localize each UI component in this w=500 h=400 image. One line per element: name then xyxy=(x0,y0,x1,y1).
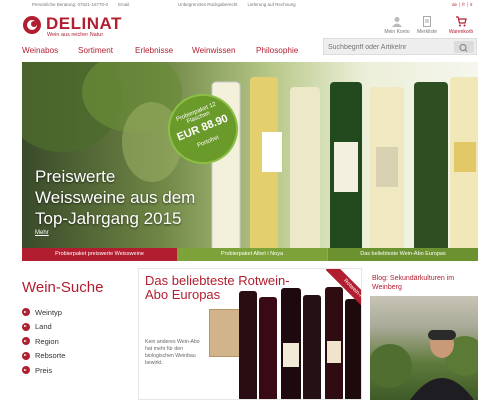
logo-name: DELINAT xyxy=(46,14,122,33)
hero-more-link[interactable]: Mehr xyxy=(35,230,49,236)
wine-search-label: Rebsorte xyxy=(35,351,66,361)
return-policy-text: Unbegrenztes Rückgaberecht xyxy=(178,2,238,7)
arrow-bullet-icon xyxy=(22,351,30,360)
blog-title: Blog: Sekundärkulturen im Weinberg xyxy=(372,275,455,291)
blog-photo xyxy=(370,330,478,400)
lang-it[interactable]: it xyxy=(470,2,472,7)
hero-tabs: Probierpaket preiswerte Weissweine Probi… xyxy=(22,248,478,261)
wine-search-rebsorte[interactable]: Rebsorte xyxy=(22,349,65,364)
wine-search-weintyp[interactable]: Weintyp xyxy=(22,305,65,320)
hero-title-line: Preiswerte xyxy=(35,167,116,186)
red-wine-bottles-image xyxy=(239,287,361,399)
top-bar: Persönliche Beratung: 07621-16770-0 Emai… xyxy=(32,2,473,7)
wine-search-title: Wein-Suche xyxy=(22,279,104,296)
wine-search-land[interactable]: Land xyxy=(22,320,65,335)
cart-icon xyxy=(456,16,467,27)
notepad-icon xyxy=(423,16,431,27)
hero-title: Preiswerte Weissweine aus dem Top-Jahrga… xyxy=(35,166,195,229)
wine-bottles-image xyxy=(211,77,478,248)
search-icon xyxy=(459,43,468,52)
arrow-bullet-icon xyxy=(22,322,30,331)
lang-fr[interactable]: fr xyxy=(462,2,465,7)
arrow-bullet-icon xyxy=(22,308,30,317)
blog-teaser[interactable]: Blog: Sekundärkulturen im Weinberg xyxy=(370,268,478,400)
notepad-button[interactable]: Merkliste xyxy=(410,16,444,35)
wine-search-label: Region xyxy=(35,336,59,346)
promo-rotwein-abo[interactable]: Das beliebteste Rotwein-Abo Europas Kein… xyxy=(138,268,362,400)
tab-preiswerte-weissweine[interactable]: Probierpaket preiswerte Weissweine xyxy=(22,248,177,261)
notepad-label: Merkliste xyxy=(416,29,437,35)
logo[interactable]: DELINAT Wein aus reicher Natur xyxy=(22,14,142,41)
search-box xyxy=(323,38,477,55)
nav-sortiment[interactable]: Sortiment xyxy=(78,46,113,55)
nav-weinwissen[interactable]: Weinwissen xyxy=(192,46,236,55)
logo-mark-icon xyxy=(23,16,41,34)
arrow-bullet-icon xyxy=(22,366,30,375)
hero-title-line: Top-Jahrgang 2015 xyxy=(35,209,182,228)
account-label: Mein Konto xyxy=(384,29,410,35)
hero-title-line: Weissweine aus dem xyxy=(35,188,196,207)
lang-de[interactable]: de xyxy=(452,2,457,7)
search-button[interactable] xyxy=(454,41,474,53)
nav-erlebnisse[interactable]: Erlebnisse xyxy=(135,46,173,55)
nav-philosophie[interactable]: Philosophie xyxy=(256,46,298,55)
wine-search-region[interactable]: Region xyxy=(22,334,65,349)
account-button[interactable]: Mein Konto xyxy=(380,16,414,35)
wine-search-label: Land xyxy=(35,322,52,332)
hero-banner[interactable]: Probierpaket 12 Flaschen EUR 88.90 Porto… xyxy=(22,62,478,248)
tab-albet-i-noya[interactable]: Probierpaket Albet i Noya xyxy=(177,248,327,261)
cart-label: Warenkorb xyxy=(448,29,474,35)
tab-wein-abo[interactable]: Das beliebteste Wein-Abo Europas xyxy=(327,248,478,261)
cart-button[interactable]: Warenkorb xyxy=(444,16,478,35)
logo-tagline: Wein aus reicher Natur xyxy=(47,32,104,38)
wine-search-list: Weintyp Land Region Rebsorte Preis xyxy=(22,305,65,378)
wine-search-preis[interactable]: Preis xyxy=(22,363,65,378)
nav-weinabos[interactable]: Weinabos xyxy=(22,46,58,55)
blog-image xyxy=(370,296,478,400)
user-icon xyxy=(392,17,402,27)
phone-link[interactable]: Persönliche Beratung: 07621-16770-0 xyxy=(32,2,108,7)
promo-text: Kein anderes Wein-Abo hat mehr für den b… xyxy=(145,339,200,366)
invoice-text: Lieferung auf Rechnung xyxy=(247,2,296,7)
wine-search-label: Weintyp xyxy=(35,307,62,317)
email-link[interactable]: Email xyxy=(118,2,129,7)
arrow-bullet-icon xyxy=(22,337,30,346)
wine-search-label: Preis xyxy=(35,365,53,375)
search-input[interactable] xyxy=(328,42,450,52)
